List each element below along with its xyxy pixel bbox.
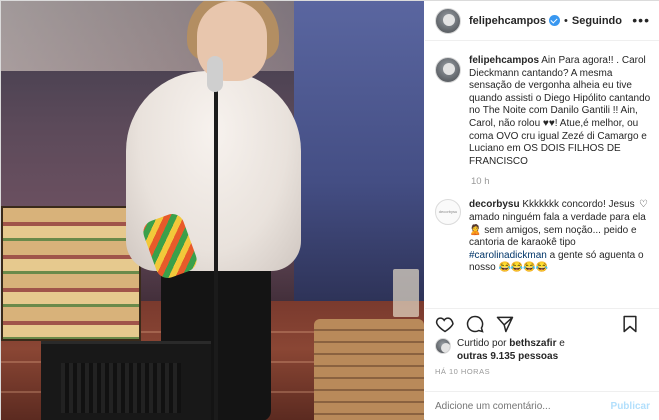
author-username[interactable]: felipehcampos: [469, 15, 546, 27]
mic-stand: [214, 81, 218, 420]
likes-prefix: Curtido por: [457, 338, 510, 349]
comments-section[interactable]: felipehcampos Ain Para agora!! . Carol D…: [425, 49, 659, 304]
separator-dot: •: [564, 14, 568, 27]
caption-time: 10 h: [471, 176, 490, 188]
action-bar: [425, 308, 659, 336]
likes-mid: e: [556, 338, 565, 349]
add-comment-bar: Publicar: [425, 391, 659, 420]
caption-avatar[interactable]: [435, 57, 461, 83]
bookmark-icon[interactable]: [620, 314, 642, 336]
likes-count-link[interactable]: outras 9.135 pessoas: [457, 351, 558, 362]
post-photo[interactable]: [1, 1, 424, 420]
publish-button[interactable]: Publicar: [611, 401, 650, 412]
likes-summary: Curtido por bethszafir e outras 9.135 pe…: [435, 337, 655, 363]
comment-text: decorbysu Kkkkkkk concordo! Jesus amado …: [469, 199, 649, 275]
caption-body: Ain Para agora!! . Carol Dieckmann canta…: [469, 55, 651, 167]
side-table: [314, 319, 424, 420]
instagram-post: felipehcampos • Seguindo ••• felipehcamp…: [0, 0, 659, 420]
caption-username[interactable]: felipehcampos: [469, 55, 539, 66]
verified-icon: [549, 15, 561, 26]
post-timestamp[interactable]: HÁ 10 HORAS: [435, 367, 490, 376]
comment-like-icon[interactable]: ♡: [639, 199, 648, 210]
share-icon[interactable]: [495, 314, 517, 336]
likes-text: Curtido por bethszafir e outras 9.135 pe…: [457, 337, 565, 363]
commenter-avatar[interactable]: decorbysu: [435, 199, 461, 226]
comment-hashtag-link[interactable]: #carolinadickman: [469, 250, 547, 261]
following-button[interactable]: Seguindo: [572, 15, 622, 27]
liker-username[interactable]: bethszafir: [509, 338, 556, 349]
caption-text: felipehcampos Ain Para agora!! . Carol D…: [469, 55, 652, 168]
decorated-cabinet: [1, 206, 141, 341]
commenter-username[interactable]: decorbysu: [469, 199, 520, 210]
post-sidebar: felipehcampos • Seguindo ••• felipehcamp…: [425, 1, 659, 420]
heart-icon[interactable]: [435, 314, 457, 336]
water-glass: [393, 269, 419, 317]
post-header: felipehcampos • Seguindo •••: [425, 1, 659, 41]
comment-item: decorbysu decorbysu Kkkkkkk concordo! Je…: [435, 199, 652, 275]
backdrop-right: [294, 1, 424, 301]
liker-avatar[interactable]: [435, 338, 451, 354]
comment-icon[interactable]: [465, 314, 487, 336]
speaker-grill: [61, 363, 181, 413]
comment-input[interactable]: [435, 401, 611, 412]
author-avatar[interactable]: [435, 7, 461, 34]
microphone: [207, 56, 223, 92]
more-options-icon[interactable]: •••: [632, 12, 650, 28]
post-caption: felipehcampos Ain Para agora!! . Carol D…: [435, 55, 652, 168]
